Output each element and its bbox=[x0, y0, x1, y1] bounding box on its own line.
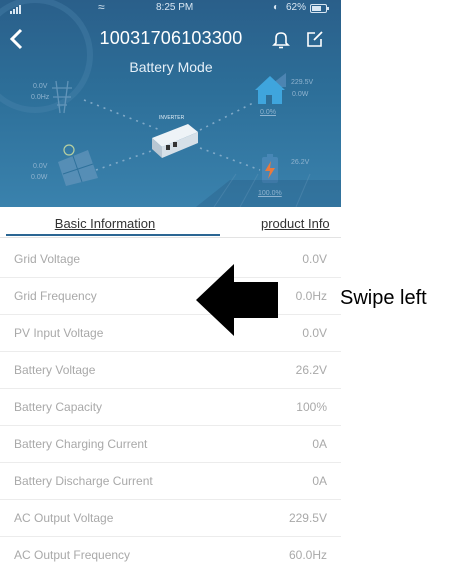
list-item: AC Output Voltage 229.5V bbox=[0, 500, 341, 537]
load-percent-small: 0.0% bbox=[260, 109, 276, 116]
grid-voltage-small: 0.0V bbox=[33, 83, 48, 90]
swipe-left-arrow-icon bbox=[196, 264, 278, 336]
signal-icon bbox=[10, 5, 21, 14]
wifi-icon: ≈ bbox=[98, 0, 105, 14]
battery-voltage-small: 26.2V bbox=[291, 159, 310, 166]
row-label: Battery Voltage bbox=[14, 363, 96, 377]
row-value: 0.0Hz bbox=[295, 289, 327, 303]
battery-mode-label: Battery Mode bbox=[129, 59, 213, 75]
row-label: PV Input Voltage bbox=[14, 326, 104, 340]
row-value: 0A bbox=[312, 474, 327, 488]
info-tabs: Basic Information product Info bbox=[0, 207, 341, 238]
row-value: 60.0Hz bbox=[288, 548, 327, 562]
status-time: 8:25 PM bbox=[156, 2, 194, 13]
battery-icon bbox=[262, 154, 278, 183]
tab-product-info[interactable]: product Info bbox=[261, 216, 330, 231]
row-value: 100% bbox=[296, 400, 327, 414]
row-label: Battery Discharge Current bbox=[14, 474, 153, 488]
list-item: PV Input Voltage 0.0V bbox=[0, 315, 341, 352]
row-label: AC Output Frequency bbox=[14, 548, 131, 562]
row-label: Battery Charging Current bbox=[14, 437, 148, 451]
row-value: 229.5V bbox=[288, 511, 327, 525]
list-item: Grid Frequency 0.0Hz bbox=[0, 278, 341, 315]
load-power-small: 0.0W bbox=[292, 91, 309, 98]
row-label: Grid Frequency bbox=[14, 289, 97, 303]
home-icon bbox=[255, 73, 286, 104]
device-id-title: 10031706103300 bbox=[99, 28, 243, 48]
list-item: AC Output Frequency 60.0Hz bbox=[0, 537, 341, 567]
row-value: 0.0V bbox=[302, 252, 327, 266]
header-hero: ≈ 8:25 PM ◐ 62% 10031706103300 Battery M… bbox=[0, 0, 341, 207]
list-item: Battery Charging Current 0A bbox=[0, 426, 341, 463]
row-label: Grid Voltage bbox=[14, 252, 81, 266]
alarm-icon: ◐ bbox=[273, 2, 280, 13]
swipe-left-label: Swipe left bbox=[340, 287, 427, 309]
list-item: Battery Discharge Current 0A bbox=[0, 463, 341, 500]
grid-frequency-small: 0.0Hz bbox=[31, 94, 50, 101]
phone-screen: ≈ 8:25 PM ◐ 62% 10031706103300 Battery M… bbox=[0, 0, 341, 567]
inverter-label: INVERTER bbox=[159, 115, 185, 121]
info-list: Grid Voltage 0.0V Grid Frequency 0.0Hz PV … bbox=[0, 241, 341, 567]
load-voltage-small: 229.5V bbox=[291, 79, 314, 86]
bell-icon[interactable] bbox=[271, 29, 291, 49]
back-icon[interactable] bbox=[6, 27, 28, 51]
pv-power-small: 0.0W bbox=[31, 174, 48, 181]
tab-basic-information[interactable]: Basic Information bbox=[40, 216, 170, 231]
list-item: Grid Voltage 0.0V bbox=[0, 241, 341, 278]
active-tab-indicator bbox=[6, 234, 220, 236]
row-value: 0A bbox=[312, 437, 327, 451]
battery-status-icon bbox=[310, 4, 329, 13]
list-item: Battery Capacity 100% bbox=[0, 389, 341, 426]
edit-icon[interactable] bbox=[305, 29, 325, 49]
row-label: AC Output Voltage bbox=[14, 511, 114, 525]
solar-panel-icon bbox=[58, 144, 98, 186]
row-value: 26.2V bbox=[295, 363, 327, 377]
row-label: Battery Capacity bbox=[14, 400, 103, 414]
list-item: Battery Voltage 26.2V bbox=[0, 352, 341, 389]
inverter-icon bbox=[152, 124, 198, 158]
row-value: 0.0V bbox=[302, 326, 327, 340]
status-battery: 62% bbox=[286, 2, 307, 13]
pv-voltage-small: 0.0V bbox=[33, 163, 48, 170]
battery-percent-small: 100.0% bbox=[258, 190, 282, 197]
